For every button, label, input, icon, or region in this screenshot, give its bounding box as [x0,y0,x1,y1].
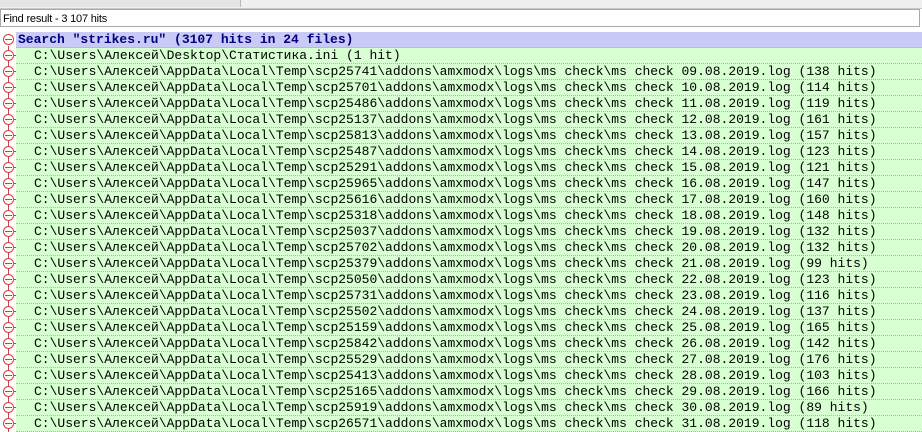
search-header-row[interactable]: Search "strikes.ru" (3107 hits in 24 fil… [0,32,922,48]
file-result-row[interactable]: C:\Users\Алексей\AppData\Local\Temp\scp2… [0,416,922,432]
file-result-row[interactable]: C:\Users\Алексей\AppData\Local\Temp\scp2… [0,176,922,192]
fold-branch-tick [13,295,16,296]
file-result-row[interactable]: C:\Users\Алексей\AppData\Local\Temp\scp2… [0,384,922,400]
file-result-text: C:\Users\Алексей\AppData\Local\Temp\scp2… [34,256,869,271]
file-result-text: C:\Users\Алексей\AppData\Local\Temp\scp2… [34,240,877,255]
fold-branch-tick [13,151,16,152]
file-result-text: C:\Users\Алексей\AppData\Local\Temp\scp2… [34,80,877,95]
file-result-text: C:\Users\Алексей\AppData\Local\Temp\scp2… [34,336,877,351]
file-result-row[interactable]: C:\Users\Алексей\AppData\Local\Temp\scp2… [0,352,922,368]
fold-branch-tick [13,375,16,376]
fold-branch-tick [13,183,16,184]
file-result-text: C:\Users\Алексей\AppData\Local\Temp\scp2… [34,384,877,399]
file-result-text: C:\Users\Алексей\AppData\Local\Temp\scp2… [34,176,877,191]
file-result-row[interactable]: C:\Users\Алексей\AppData\Local\Temp\scp2… [0,128,922,144]
file-result-text: C:\Users\Алексей\AppData\Local\Temp\scp2… [34,96,877,111]
fold-branch-tick [13,55,16,56]
fold-branch-tick [13,87,16,88]
fold-branch-tick [13,423,16,424]
results-tree[interactable]: Search "strikes.ru" (3107 hits in 24 fil… [0,32,922,432]
file-result-row[interactable]: C:\Users\Алексей\AppData\Local\Temp\scp2… [0,368,922,384]
panel-tab-edge[interactable] [0,0,241,7]
file-result-row[interactable]: C:\Users\Алексей\AppData\Local\Temp\scp2… [0,96,922,112]
fold-branch-tick [13,135,16,136]
file-result-text: C:\Users\Алексей\AppData\Local\Temp\scp2… [34,288,877,303]
fold-minus-icon[interactable] [3,34,14,45]
file-result-text: C:\Users\Алексей\AppData\Local\Temp\scp2… [34,192,877,207]
find-result-title: Find result - 3 107 hits [0,9,920,27]
fold-branch-tick [13,103,16,104]
file-result-text: C:\Users\Алексей\AppData\Local\Temp\scp2… [34,352,877,367]
file-result-row[interactable]: C:\Users\Алексей\AppData\Local\Temp\scp2… [0,304,922,320]
fold-branch-tick [13,71,16,72]
file-result-row[interactable]: C:\Users\Алексей\AppData\Local\Temp\scp2… [0,208,922,224]
fold-branch-tick [13,199,16,200]
file-result-row[interactable]: C:\Users\Алексей\AppData\Local\Temp\scp2… [0,64,922,80]
search-header-text: Search "strikes.ru" (3107 hits in 24 fil… [18,32,354,47]
file-result-text: C:\Users\Алексей\AppData\Local\Temp\scp2… [34,144,877,159]
file-result-row[interactable]: C:\Users\Алексей\Desktop\Статистика.ini … [0,48,922,64]
fold-branch-tick [13,359,16,360]
file-result-text: C:\Users\Алексей\AppData\Local\Temp\scp2… [34,416,877,431]
file-result-row[interactable]: C:\Users\Алексей\AppData\Local\Temp\scp2… [0,160,922,176]
fold-branch-tick [13,215,16,216]
top-toolbar-strip [0,0,922,9]
fold-branch-tick [13,279,16,280]
file-result-text: C:\Users\Алексей\AppData\Local\Temp\scp2… [34,128,877,143]
file-result-row[interactable]: C:\Users\Алексей\AppData\Local\Temp\scp2… [0,144,922,160]
fold-branch-tick [13,327,16,328]
file-result-row[interactable]: C:\Users\Алексей\AppData\Local\Temp\scp2… [0,192,922,208]
fold-branch-tick [13,119,16,120]
file-result-text: C:\Users\Алексей\AppData\Local\Temp\scp2… [34,112,877,127]
fold-branch-tick [13,407,16,408]
fold-branch-tick [13,343,16,344]
file-result-text: C:\Users\Алексей\AppData\Local\Temp\scp2… [34,64,877,79]
file-result-text: C:\Users\Алексей\AppData\Local\Temp\scp2… [34,224,877,239]
file-result-row[interactable]: C:\Users\Алексей\AppData\Local\Temp\scp2… [0,336,922,352]
file-result-row[interactable]: C:\Users\Алексей\AppData\Local\Temp\scp2… [0,256,922,272]
file-result-row[interactable]: C:\Users\Алексей\AppData\Local\Temp\scp2… [0,272,922,288]
file-result-text: C:\Users\Алексей\AppData\Local\Temp\scp2… [34,368,877,383]
file-result-text: C:\Users\Алексей\Desktop\Статистика.ini … [34,48,401,63]
find-result-window: Find result - 3 107 hits Search "strikes… [0,0,922,432]
fold-branch-tick [13,167,16,168]
file-result-row[interactable]: C:\Users\Алексей\AppData\Local\Temp\scp2… [0,240,922,256]
file-result-text: C:\Users\Алексей\AppData\Local\Temp\scp2… [34,160,877,175]
file-result-text: C:\Users\Алексей\AppData\Local\Temp\scp2… [34,304,877,319]
fold-branch-tick [13,247,16,248]
file-result-text: C:\Users\Алексей\AppData\Local\Temp\scp2… [34,400,869,415]
file-result-text: C:\Users\Алексей\AppData\Local\Temp\scp2… [34,272,877,287]
file-result-row[interactable]: C:\Users\Алексей\AppData\Local\Temp\scp2… [0,80,922,96]
fold-branch-tick [13,231,16,232]
file-result-text: C:\Users\Алексей\AppData\Local\Temp\scp2… [34,208,877,223]
fold-branch-tick [13,391,16,392]
fold-branch-tick [13,263,16,264]
file-result-row[interactable]: C:\Users\Алексей\AppData\Local\Temp\scp2… [0,112,922,128]
fold-branch-tick [13,311,16,312]
file-result-row[interactable]: C:\Users\Алексей\AppData\Local\Temp\scp2… [0,320,922,336]
file-result-row[interactable]: C:\Users\Алексей\AppData\Local\Temp\scp2… [0,224,922,240]
file-result-row[interactable]: C:\Users\Алексей\AppData\Local\Temp\scp2… [0,400,922,416]
file-result-text: C:\Users\Алексей\AppData\Local\Temp\scp2… [34,320,877,335]
file-result-row[interactable]: C:\Users\Алексей\AppData\Local\Temp\scp2… [0,288,922,304]
